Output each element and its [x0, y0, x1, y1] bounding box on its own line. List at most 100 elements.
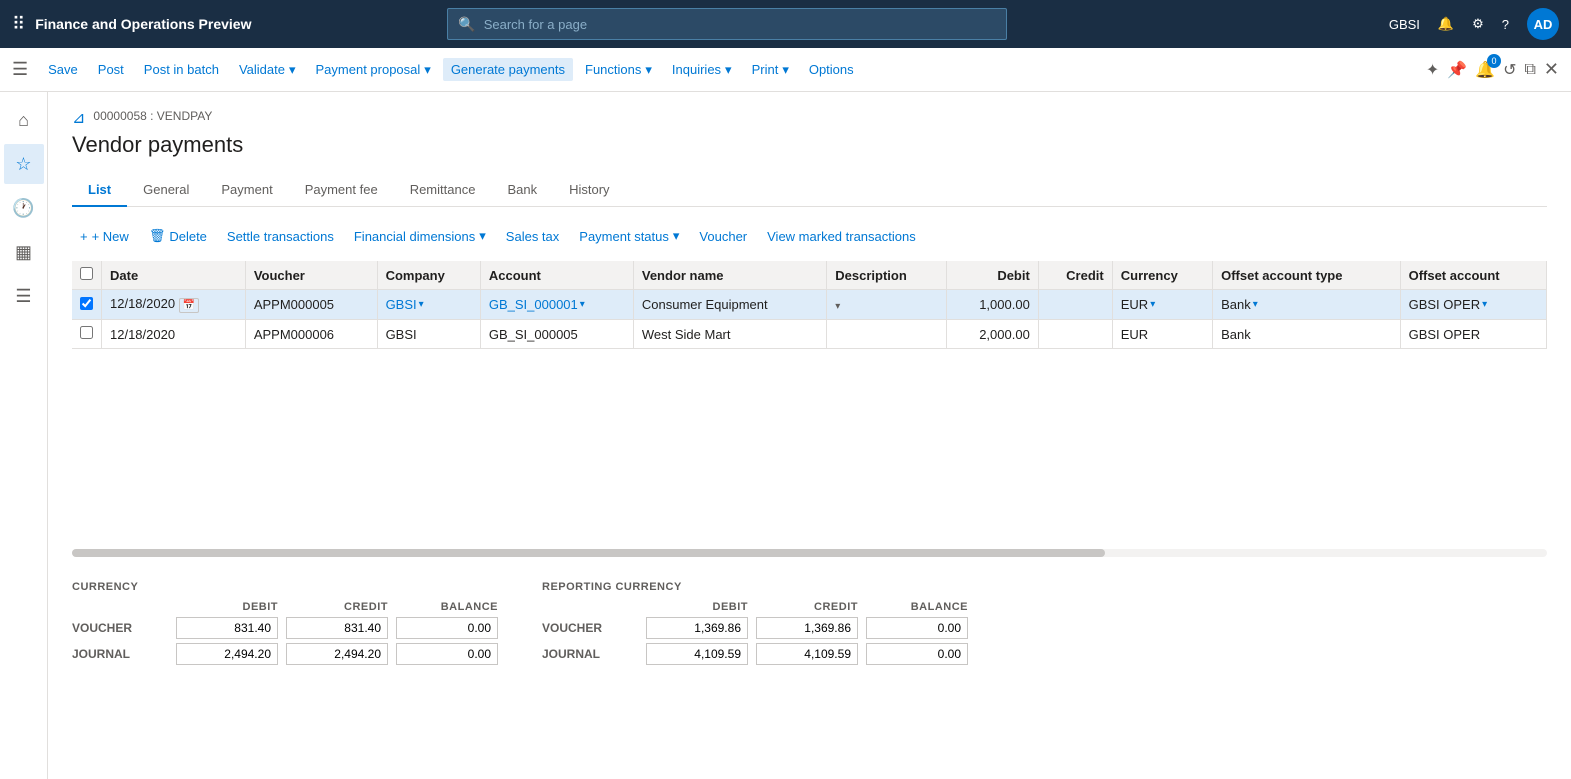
cell-voucher: APPM000005	[245, 290, 377, 320]
rep-journal-credit: 4,109.59	[756, 643, 858, 665]
payment-status-button[interactable]: Payment status ▾	[571, 223, 687, 249]
cell-debit: 2,000.00	[947, 320, 1039, 349]
settings-icon[interactable]: ⚙	[1472, 16, 1484, 32]
sidebar-item-favorites[interactable]: ☆	[4, 144, 44, 184]
cell-vendor-name: West Side Mart	[633, 320, 826, 349]
generate-payments-button[interactable]: Generate payments	[443, 58, 573, 81]
tab-general[interactable]: General	[127, 174, 205, 207]
table-row[interactable]: 12/18/2020 APPM000006 GBSI GB_SI_000005 …	[72, 320, 1547, 349]
pin-icon[interactable]: 📌	[1447, 60, 1467, 80]
functions-button[interactable]: Functions ▾	[577, 58, 660, 82]
offset-type-dropdown-icon[interactable]: ▾	[1253, 299, 1258, 310]
search-input[interactable]	[484, 17, 997, 32]
col-offset-account-type: Offset account type	[1213, 261, 1400, 290]
cell-offset-account: GBSI OPER ▾	[1400, 290, 1546, 320]
financial-dimensions-label: Financial dimensions	[354, 229, 475, 244]
help-icon[interactable]: ?	[1502, 17, 1509, 32]
post-in-batch-button[interactable]: Post in batch	[136, 58, 227, 81]
rep-voucher-credit: 1,369.86	[756, 617, 858, 639]
hamburger-icon[interactable]: ☰	[12, 59, 28, 80]
voucher-label: VOUCHER	[72, 621, 172, 635]
description-dropdown-icon[interactable]: ▾	[835, 301, 840, 312]
cell-offset-account-type: Bank	[1213, 320, 1400, 349]
reporting-currency-title: REPORTING CURRENCY	[542, 581, 972, 593]
currency-totals: CURRENCY DEBIT CREDIT BALANCE VOUCHER 83…	[72, 581, 502, 665]
cell-company: GBSI	[377, 320, 480, 349]
tab-bank[interactable]: Bank	[491, 174, 553, 207]
tab-payment-fee[interactable]: Payment fee	[289, 174, 394, 207]
currency-value: EUR	[1121, 297, 1148, 312]
journal-credit: 2,494.20	[286, 643, 388, 665]
calendar-icon[interactable]: 📅	[179, 298, 199, 313]
sidebar-item-modules[interactable]: ☰	[4, 276, 44, 316]
company-link[interactable]: GBSI	[386, 297, 417, 312]
row-checkbox-cell	[72, 320, 102, 349]
voucher-balance: 0.00	[396, 617, 498, 639]
delete-button[interactable]: 🗑 Delete	[141, 223, 215, 249]
account-dropdown-icon[interactable]: ▾	[580, 299, 585, 310]
row-checkbox-cell	[72, 290, 102, 320]
currency-dropdown-icon[interactable]: ▾	[1150, 299, 1155, 310]
functions-label: Functions	[585, 62, 641, 77]
print-button[interactable]: Print ▾	[744, 58, 797, 82]
tab-remittance[interactable]: Remittance	[394, 174, 492, 207]
tab-history[interactable]: History	[553, 174, 625, 207]
notifications-badge-icon[interactable]: 🔔0	[1475, 60, 1495, 80]
inquiries-label: Inquiries	[672, 62, 721, 77]
main-content: ⊿ 00000058 : VENDPAY Vendor payments Lis…	[48, 92, 1571, 779]
search-bar: 🔍	[447, 8, 1007, 40]
tab-list[interactable]: List	[72, 174, 127, 207]
row-checkbox[interactable]	[80, 297, 93, 310]
tabs: List General Payment Payment fee Remitta…	[72, 174, 1547, 207]
popout-icon[interactable]: ⧉	[1524, 61, 1535, 79]
app-grid-icon[interactable]: ⠿	[12, 14, 25, 35]
post-button[interactable]: Post	[90, 58, 132, 81]
sidebar-item-workspaces[interactable]: ▦	[4, 232, 44, 272]
breadcrumb: 00000058 : VENDPAY	[93, 109, 212, 123]
company-dropdown-icon[interactable]: ▾	[419, 299, 424, 310]
notifications-icon[interactable]: 🔔	[1438, 16, 1454, 32]
select-all-header[interactable]	[72, 261, 102, 290]
table-scroll: Date Voucher Company Account Vendor name…	[72, 261, 1547, 349]
close-button[interactable]: ✕	[1544, 59, 1559, 80]
payment-proposal-button[interactable]: Payment proposal ▾	[308, 58, 439, 82]
sidebar-item-home[interactable]: ⌂	[4, 100, 44, 140]
row-checkbox[interactable]	[80, 326, 93, 339]
account-link[interactable]: GB_SI_000001	[489, 297, 578, 312]
app-title: Finance and Operations Preview	[35, 16, 251, 32]
favorites-icon[interactable]: ✦	[1426, 60, 1439, 80]
inquiries-chevron-icon: ▾	[725, 62, 732, 78]
filter-icon[interactable]: ⊿	[72, 108, 85, 128]
view-marked-button[interactable]: View marked transactions	[759, 224, 924, 249]
refresh-icon[interactable]: ↺	[1503, 60, 1516, 80]
currency-debit-header: DEBIT	[172, 601, 282, 613]
validate-button[interactable]: Validate ▾	[231, 58, 304, 82]
cell-account: GB_SI_000001 ▾	[480, 290, 633, 320]
sidebar-item-recent[interactable]: 🕐	[4, 188, 44, 228]
rep-debit-header: DEBIT	[642, 601, 752, 613]
settle-transactions-button[interactable]: Settle transactions	[219, 224, 342, 249]
new-button[interactable]: + + New	[72, 224, 137, 249]
options-button[interactable]: Options	[801, 58, 862, 81]
table-row[interactable]: 12/18/2020 📅 APPM000005 GBSI ▾	[72, 290, 1547, 320]
financial-dimensions-button[interactable]: Financial dimensions ▾	[346, 223, 494, 249]
tab-payment[interactable]: Payment	[205, 174, 288, 207]
payment-proposal-chevron-icon: ▾	[424, 62, 431, 78]
cell-offset-account: GBSI OPER	[1400, 320, 1546, 349]
sales-tax-button[interactable]: Sales tax	[498, 224, 567, 249]
col-voucher: Voucher	[245, 261, 377, 290]
print-label: Print	[752, 62, 779, 77]
functions-chevron-icon: ▾	[645, 62, 652, 78]
cell-vendor-name: Consumer Equipment	[633, 290, 826, 320]
offset-account-dropdown-icon[interactable]: ▾	[1482, 299, 1487, 310]
avatar[interactable]: AD	[1527, 8, 1559, 40]
cell-voucher: APPM000006	[245, 320, 377, 349]
save-button[interactable]: Save	[40, 58, 86, 81]
select-all-checkbox[interactable]	[80, 267, 93, 280]
validate-label: Validate	[239, 62, 285, 77]
cell-company: GBSI ▾	[377, 290, 480, 320]
delete-icon: 🗑	[149, 228, 166, 244]
voucher-button[interactable]: Voucher	[691, 224, 755, 249]
inquiries-button[interactable]: Inquiries ▾	[664, 58, 740, 82]
cell-date: 12/18/2020	[102, 320, 246, 349]
